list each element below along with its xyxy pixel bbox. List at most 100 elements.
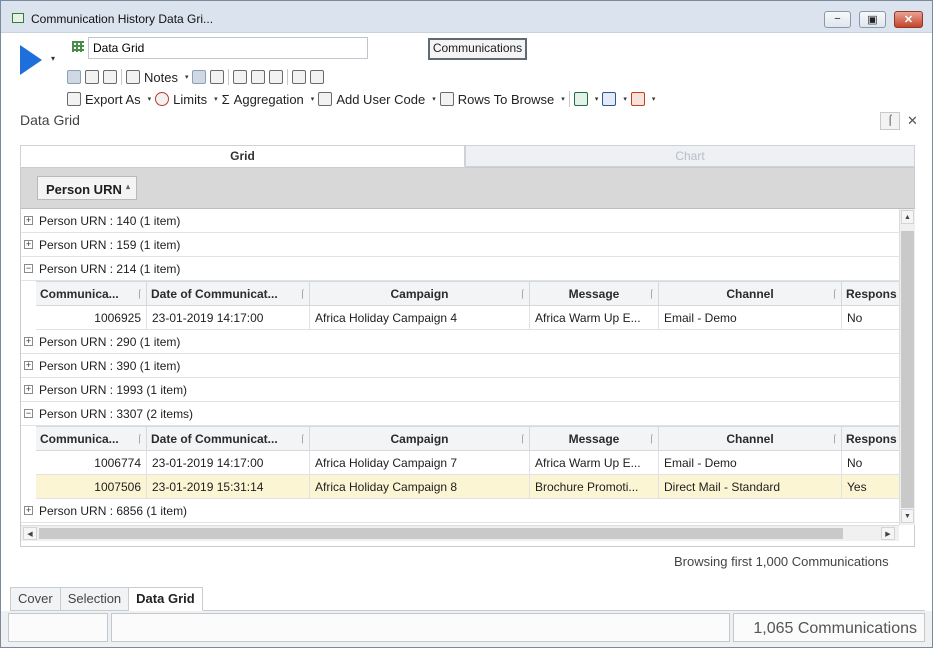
column-pin-icon[interactable]: ⌠	[300, 427, 305, 451]
group-row[interactable]: + Person URN : 159 (1 item)	[21, 233, 899, 257]
column-view-icon[interactable]	[210, 70, 225, 84]
column-header[interactable]: Campaign ⌠	[310, 282, 530, 306]
expand-icon[interactable]: +	[24, 506, 33, 515]
tab-selection[interactable]: Selection	[60, 587, 130, 611]
sigma-icon[interactable]: Σ	[222, 92, 230, 107]
rows-to-browse-icon[interactable]	[439, 92, 454, 106]
grid-name-input[interactable]	[88, 37, 368, 59]
notes-dropdown-icon[interactable]: ▾	[185, 73, 189, 81]
indent-icon[interactable]	[251, 70, 266, 84]
column-pin-icon[interactable]: ⌠	[832, 282, 837, 306]
export-icon[interactable]	[67, 92, 81, 106]
table-cell[interactable]: Email - Demo	[659, 306, 842, 330]
column-header[interactable]: Respons	[842, 427, 899, 451]
column-header[interactable]: Communica... ⌠	[36, 282, 147, 306]
expand-icon[interactable]: +	[24, 216, 33, 225]
column-pin-icon[interactable]: ⌠	[137, 282, 142, 306]
scroll-up-icon[interactable]: ▲	[901, 210, 914, 224]
add-user-code-button[interactable]: Add User Code	[336, 92, 425, 107]
limits-button[interactable]: Limits	[173, 92, 207, 107]
notes-icon[interactable]	[126, 70, 140, 84]
table-cell[interactable]: 23-01-2019 14:17:00	[147, 451, 310, 475]
column-header[interactable]: Message ⌠	[530, 427, 659, 451]
table-cell[interactable]: Africa Holiday Campaign 8	[310, 475, 530, 499]
communications-button[interactable]: Communications	[428, 38, 527, 60]
expand-icon[interactable]: +	[24, 385, 33, 394]
column-header[interactable]: Campaign ⌠	[310, 427, 530, 451]
vertical-scroll-thumb[interactable]	[901, 231, 914, 508]
column-pin-icon[interactable]: ⌠	[520, 427, 525, 451]
table-cell[interactable]: 23-01-2019 15:31:14	[147, 475, 310, 499]
rows-to-browse-dropdown-icon[interactable]: ▾	[561, 95, 565, 103]
table-cell[interactable]: Africa Warm Up E...	[530, 306, 659, 330]
panel-close-icon[interactable]: ✕	[907, 113, 918, 129]
table-cell[interactable]: 1006925	[36, 306, 147, 330]
limits-icon[interactable]	[155, 92, 170, 106]
database-icon[interactable]	[103, 70, 117, 84]
table-cell[interactable]: Yes	[842, 475, 899, 499]
table-cell[interactable]: Email - Demo	[659, 451, 842, 475]
table-cell[interactable]: Direct Mail - Standard	[659, 475, 842, 499]
word-icon[interactable]	[602, 92, 617, 106]
export-dropdown-icon[interactable]: ▾	[148, 95, 152, 103]
column-header[interactable]: Message ⌠	[530, 282, 659, 306]
group-row[interactable]: + Person URN : 290 (1 item)	[21, 330, 899, 354]
rows-to-browse-button[interactable]: Rows To Browse	[458, 92, 555, 107]
tab-chart[interactable]: Chart	[465, 145, 915, 167]
tab-cover[interactable]: Cover	[10, 587, 61, 611]
close-button[interactable]: ✕	[894, 11, 923, 28]
scroll-down-icon[interactable]: ▼	[901, 509, 914, 523]
column-pin-icon[interactable]: ⌠	[300, 282, 305, 306]
column-pin-icon[interactable]: ⌠	[137, 427, 142, 451]
column-header[interactable]: Channel ⌠	[659, 282, 842, 306]
expand-icon[interactable]: +	[24, 337, 33, 346]
powerpoint-icon[interactable]	[630, 92, 645, 106]
collapse-icon[interactable]: −	[24, 409, 33, 418]
column-header[interactable]: Channel ⌠	[659, 427, 842, 451]
aggregation-dropdown-icon[interactable]: ▾	[311, 95, 315, 103]
column-header[interactable]: Communica... ⌠	[36, 427, 147, 451]
maximize-button[interactable]: ▣	[859, 11, 886, 28]
column-header[interactable]: Date of Communicat... ⌠	[147, 282, 310, 306]
export-as-button[interactable]: Export As	[85, 92, 141, 107]
horizontal-scroll-thumb[interactable]	[39, 528, 843, 539]
column-pin-icon[interactable]: ⌠	[832, 427, 837, 451]
powerpoint-dropdown-icon[interactable]: ▾	[652, 95, 656, 103]
group-row[interactable]: + Person URN : 1993 (1 item)	[21, 378, 899, 402]
tab-grid[interactable]: Grid	[20, 145, 465, 167]
group-row[interactable]: + Person URN : 6856 (1 item)	[21, 499, 899, 523]
table-cell[interactable]: Africa Holiday Campaign 7	[310, 451, 530, 475]
pin-icon[interactable]: ⌠	[880, 112, 900, 130]
column-pin-icon[interactable]: ⌠	[649, 427, 654, 451]
title-bar[interactable]: Communication History Data Gri... − ▣ ✕	[1, 1, 932, 33]
group-by-person-urn[interactable]: Person URN ▴	[37, 176, 137, 200]
filter-icon[interactable]	[269, 70, 284, 84]
table-row[interactable]: 1006925 23-01-2019 14:17:00 Africa Holiday…	[36, 306, 899, 330]
save-icon[interactable]	[85, 70, 99, 84]
table-cell[interactable]: Brochure Promoti...	[530, 475, 659, 499]
group-row[interactable]: − Person URN : 214 (1 item)	[21, 257, 899, 281]
word-dropdown-icon[interactable]: ▾	[623, 95, 627, 103]
column-header[interactable]: Date of Communicat... ⌠	[147, 427, 310, 451]
table-cell[interactable]: Africa Holiday Campaign 4	[310, 306, 530, 330]
scroll-right-icon[interactable]: ▶	[881, 527, 895, 540]
grid-view-icon[interactable]	[192, 70, 207, 84]
table-row[interactable]: 1007506 23-01-2019 15:31:14 Africa Holiday…	[36, 475, 899, 499]
group-row[interactable]: − Person URN : 3307 (2 items)	[21, 402, 899, 426]
excel-dropdown-icon[interactable]: ▾	[595, 95, 599, 103]
table-cell[interactable]: No	[842, 306, 899, 330]
horizontal-scrollbar[interactable]: ◀ ▶	[21, 525, 899, 541]
table-row[interactable]: 1006774 23-01-2019 14:17:00 Africa Holiday…	[36, 451, 899, 475]
notes-button[interactable]: Notes	[144, 70, 178, 85]
expand-icon[interactable]: +	[24, 240, 33, 249]
add-user-code-icon[interactable]	[318, 92, 333, 106]
outdent-icon[interactable]	[233, 70, 248, 84]
table-cell[interactable]: No	[842, 451, 899, 475]
aggregation-button[interactable]: Aggregation	[234, 92, 304, 107]
group-row[interactable]: + Person URN : 390 (1 item)	[21, 354, 899, 378]
column-pin-icon[interactable]: ⌠	[520, 282, 525, 306]
add-user-code-dropdown-icon[interactable]: ▾	[432, 95, 436, 103]
table-cell[interactable]: 1007506	[36, 475, 147, 499]
minimize-button[interactable]: −	[824, 11, 851, 28]
run-dropdown-icon[interactable]: ▾	[51, 54, 55, 63]
